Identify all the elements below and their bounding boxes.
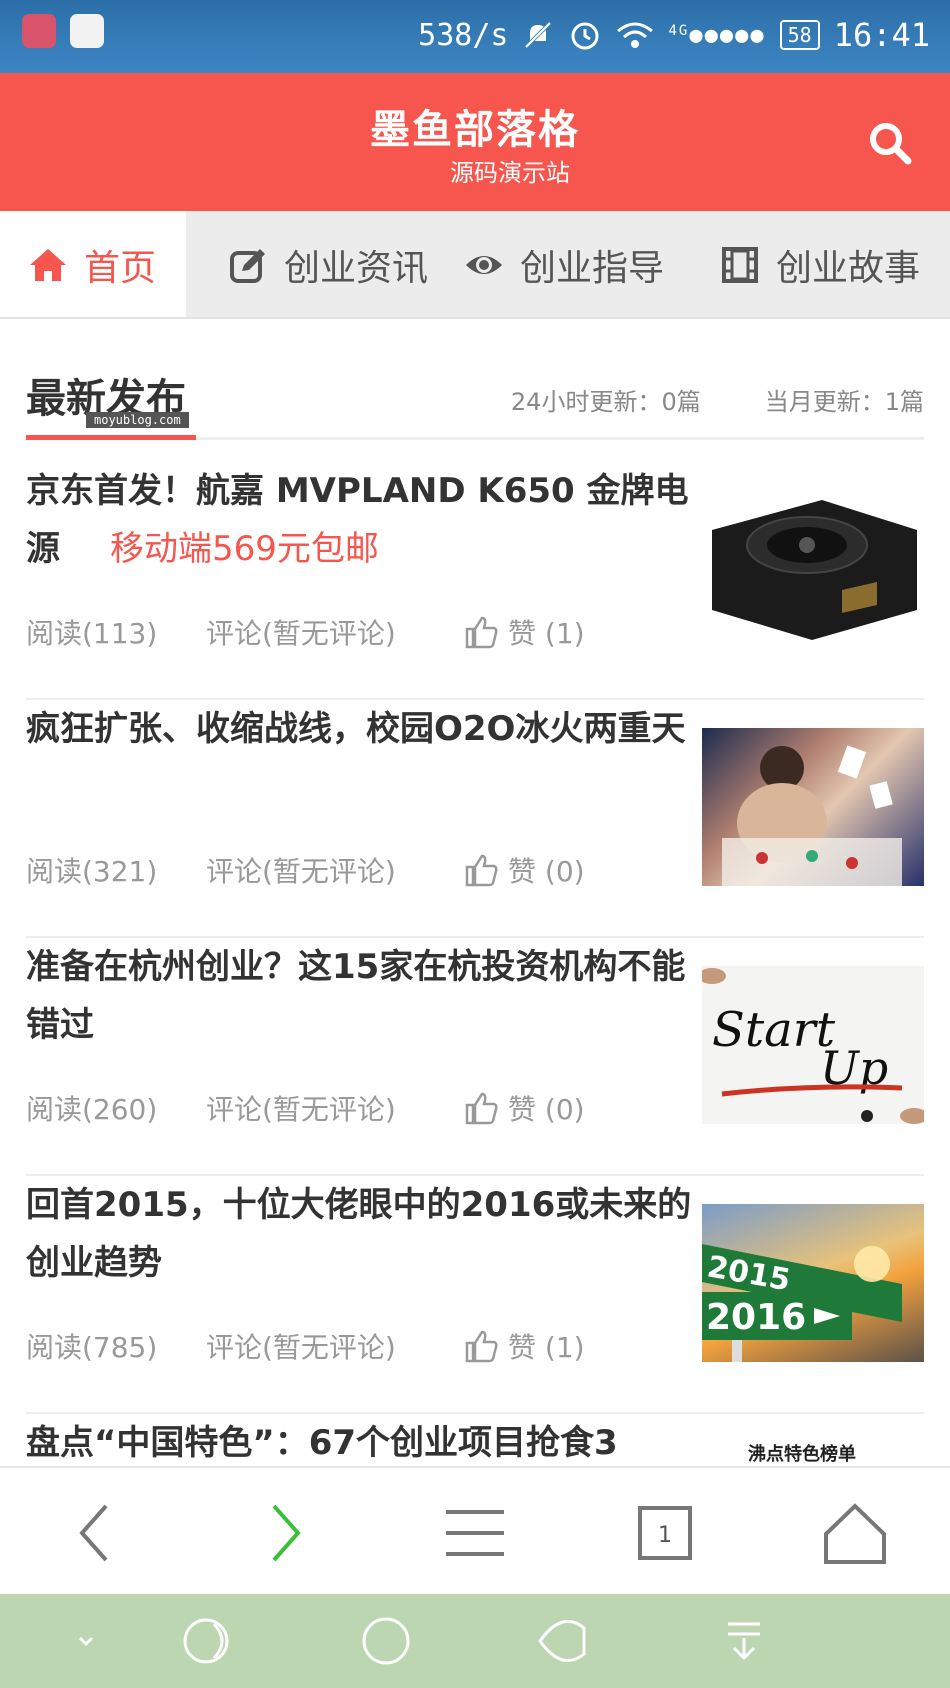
tab-startup-news[interactable]: 创业资讯 [186,211,444,317]
like-button[interactable]: 赞 (0) [464,1088,585,1128]
notification-pulldown-button[interactable] [716,1616,772,1666]
menu-button[interactable] [440,1498,510,1568]
comment-link[interactable]: 评论(暂无评论) [206,1088,464,1128]
site-subtitle: 源码演示站 [450,159,570,187]
article-title[interactable]: 准备在杭州创业？这15家在杭投资机构不能错过 [26,938,696,1054]
chevron-down-icon [78,1636,94,1647]
article-title[interactable]: 疯狂扩张、收缩战线，校园O2O冰火两重天 [26,700,696,758]
ranking-image[interactable]: 沸点特色榜单 [702,1436,924,1466]
like-button[interactable]: 赞 (0) [464,850,585,890]
stat-month: 当月更新：1篇 [764,388,924,416]
like-button[interactable]: 赞 (1) [464,1326,585,1366]
film-icon [722,247,758,283]
article-meta: 阅读(321) 评论(暂无评论) 赞 (0) [26,850,585,890]
collapse-button[interactable] [58,1616,114,1666]
pull-down-icon [728,1622,760,1661]
article-meta: 阅读(785) 评论(暂无评论) 赞 (1) [26,1326,585,1366]
recent-apps-icon [183,1618,229,1664]
article-item[interactable]: 疯狂扩张、收缩战线，校园O2O冰火两重天 阅读(321) 评论(暂无评论) 赞 … [26,700,924,938]
home-icon [30,249,66,281]
read-count: 阅读(260) [26,1093,158,1126]
road-sign-image[interactable]: 2015 2016 [702,1204,924,1362]
tab-startup-stories-label: 创业故事 [776,248,921,289]
tab-home[interactable]: 首页 [0,211,186,317]
back-button[interactable] [60,1498,130,1568]
battery-indicator: 58 [779,20,820,50]
students-image[interactable] [702,728,924,886]
alarm-icon [568,18,602,52]
read-count: 阅读(321) [26,855,158,888]
stat-24h: 24小时更新：0篇 [510,388,701,416]
article-meta: 阅读(113) 评论(暂无评论) 赞 (1) [26,612,585,652]
article-title[interactable]: 回首2015，十位大佬眼中的2016或未来的创业趋势 [26,1176,696,1292]
network-speed: 538/s [418,17,509,53]
menu-icon [446,1510,504,1556]
tab-count-icon: 1 [638,1506,692,1560]
app-notification-icon [22,14,56,48]
watermark: moyublog.com [86,412,189,428]
tabs-button[interactable]: 1 [630,1498,700,1568]
chevron-left-icon [79,1504,108,1562]
latest-section-header: 最新发布 moyublog.com 24小时更新：0篇 当月更新：1篇 [26,362,924,440]
thumbs-up-icon [465,616,498,649]
tab-startup-guide-label: 创业指导 [520,248,665,289]
status-bar: 538/s 4G●●●●● 58 16:41 [0,0,950,73]
clock: 16:41 [833,16,930,54]
mute-icon [522,19,554,51]
comment-link[interactable]: 评论(暂无评论) [206,612,464,652]
article-title[interactable]: 京东首发！航嘉 MVPLAND K650 金牌电源 移动端569元包邮 [26,462,696,578]
tab-home-label: 首页 [84,248,157,289]
comment-link[interactable]: 评论(暂无评论) [206,1326,464,1366]
category-nav: 首页 创业资讯 创业指导 创业故事 [0,211,950,319]
forward-button[interactable] [250,1498,320,1568]
home-button[interactable] [820,1498,890,1568]
site-title[interactable]: 墨鱼部落格 [0,97,950,155]
article-item[interactable]: 京东首发！航嘉 MVPLAND K650 金牌电源 移动端569元包邮 阅读(11… [26,462,924,700]
article-item[interactable]: 回首2015，十位大佬眼中的2016或未来的创业趋势 阅读(785) 评论(暂无… [26,1176,924,1414]
svg-text:1: 1 [658,1523,672,1548]
read-count: 阅读(785) [26,1331,158,1364]
like-button[interactable]: 赞 (1) [464,612,585,652]
circle-icon [362,1617,410,1665]
tab-startup-stories[interactable]: 创业故事 [710,211,921,317]
tab-startup-guide[interactable]: 创业指导 [444,211,710,317]
article-meta: 阅读(260) 评论(暂无评论) 赞 (0) [26,1088,585,1128]
road-sign-text-2016: 2016 [706,1297,806,1338]
system-nav-bar [0,1594,950,1688]
signal-strength: 4G●●●●● [668,22,766,48]
power-supply-image[interactable] [702,490,924,648]
article-title[interactable]: 盘点“中国特色”：67个创业项目抢食3 [26,1414,696,1472]
article-item[interactable]: 盘点“中国特色”：67个创业项目抢食3 沸点特色榜单 [26,1414,924,1474]
chevron-right-icon [272,1504,301,1562]
startup-image-text-start: Start [712,1002,836,1058]
comment-link[interactable]: 评论(暂无评论) [206,850,464,890]
road-sign-text-2015: 2015 [705,1249,793,1298]
update-stats: 24小时更新：0篇 当月更新：1篇 [511,382,924,417]
wifi-icon [616,19,654,51]
article-item[interactable]: 准备在杭州创业？这15家在杭投资机构不能错过 阅读(260) 评论(暂无评论) … [26,938,924,1176]
home-outline-icon [824,1503,886,1564]
qq-notification-icon [70,14,104,48]
read-count: 阅读(113) [26,617,158,650]
tab-startup-news-label: 创业资讯 [284,248,429,289]
back-triangle-icon [538,1619,586,1663]
system-back-button[interactable] [534,1616,590,1666]
thumbs-up-icon [465,854,498,887]
system-home-button[interactable] [358,1616,414,1666]
browser-toolbar: 1 [0,1466,950,1594]
ranking-image-text: 沸点特色榜单 [748,1443,856,1465]
edit-icon [230,249,265,283]
eye-icon [466,256,502,274]
article-promo: 移动端569元包邮 [110,529,379,569]
section-underline [26,435,196,440]
recent-apps-button[interactable] [180,1616,236,1666]
thumbs-up-icon [465,1092,498,1125]
thumbs-up-icon [465,1330,498,1363]
search-icon[interactable] [866,119,914,167]
site-header: 墨鱼部落格 源码演示站 [0,73,950,211]
startup-image[interactable]: Start Up [702,966,924,1124]
